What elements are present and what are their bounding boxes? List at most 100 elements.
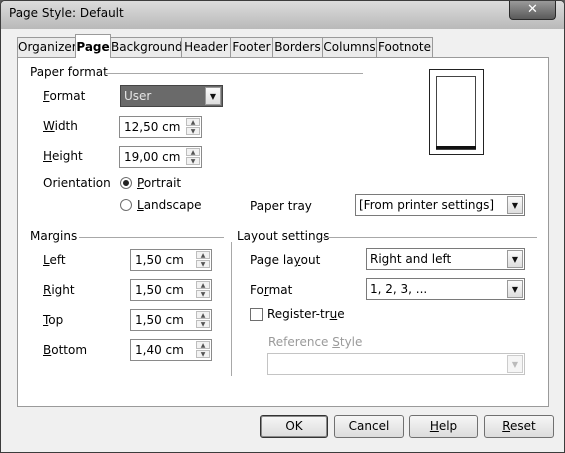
format-select[interactable]: User ▼ (120, 85, 223, 107)
margin-bottom-spinbox[interactable]: 1,40 cm ▲ ▼ (130, 339, 212, 361)
numbering-format-select[interactable]: 1, 2, 3, ... ▼ (366, 278, 525, 300)
format-value: User (124, 89, 152, 103)
tab-label: Columns (323, 40, 376, 54)
spin-arrows[interactable]: ▲ ▼ (196, 251, 210, 269)
tab-label: Organizer (18, 40, 77, 54)
margin-top-spinbox[interactable]: 1,50 cm ▲ ▼ (130, 309, 212, 331)
portrait-label[interactable]: Portrait (137, 176, 181, 190)
title-bar[interactable]: Page Style: Default ✕ (1, 1, 564, 29)
width-value: 12,50 cm (124, 120, 181, 134)
width-label: Width (43, 119, 78, 133)
landscape-label[interactable]: Landscape (137, 198, 201, 212)
paper-tray-label: Paper tray (250, 199, 312, 213)
spin-down-icon[interactable]: ▼ (196, 260, 210, 268)
tab-label: Borders (274, 40, 321, 54)
orientation-label: Orientation (43, 176, 111, 190)
spin-arrows[interactable]: ▲ ▼ (196, 281, 210, 299)
help-button[interactable]: Help (409, 415, 478, 438)
chevron-down-icon[interactable]: ▼ (507, 355, 523, 373)
margin-top-value: 1,50 cm (135, 313, 184, 327)
numbering-format-label: Format (250, 283, 293, 297)
help-button-label: Help (429, 419, 458, 433)
paper-format-divider (105, 73, 363, 74)
margin-left-value: 1,50 cm (135, 253, 184, 267)
margin-left-label: Left (43, 253, 66, 267)
tab-page[interactable]: Page (75, 34, 111, 58)
spin-down-icon[interactable]: ▼ (196, 320, 210, 328)
page-layout-label: Page layout (250, 253, 321, 267)
spin-up-icon[interactable]: ▲ (196, 311, 210, 319)
reset-button[interactable]: Reset (484, 415, 554, 438)
margin-left-spinbox[interactable]: 1,50 cm ▲ ▼ (130, 249, 212, 271)
margin-bottom-label: Bottom (43, 343, 88, 357)
margin-right-label: Right (43, 283, 75, 297)
dialog-title: Page Style: Default (9, 6, 124, 20)
tab-label: Header (184, 40, 228, 54)
spin-down-icon[interactable]: ▼ (186, 127, 200, 135)
close-icon: ✕ (527, 2, 538, 17)
page-preview-sheet (436, 76, 476, 150)
spin-up-icon[interactable]: ▲ (196, 341, 210, 349)
page-layout-value: Right and left (370, 252, 452, 266)
cancel-button-label: Cancel (348, 419, 390, 433)
tab-footer[interactable]: Footer (230, 37, 273, 57)
format-label: Format (43, 89, 86, 103)
spin-down-icon[interactable]: ▼ (196, 350, 210, 358)
page-style-dialog: Page Style: Default ✕ Organizer Page Bac… (0, 0, 565, 453)
margins-heading: Margins (30, 229, 78, 243)
tab-organizer[interactable]: Organizer (17, 37, 77, 57)
spin-arrows[interactable]: ▲ ▼ (196, 311, 210, 329)
numbering-format-value: 1, 2, 3, ... (370, 282, 428, 296)
chevron-down-icon[interactable]: ▼ (205, 87, 221, 105)
spin-up-icon[interactable]: ▲ (186, 148, 200, 156)
margins-divider (79, 237, 224, 238)
register-true-label[interactable]: Register-true (267, 307, 345, 321)
reset-button-label: Reset (502, 419, 536, 433)
height-label: Height (43, 149, 83, 163)
margin-right-spinbox[interactable]: 1,50 cm ▲ ▼ (130, 279, 212, 301)
chevron-down-icon[interactable]: ▼ (507, 280, 523, 298)
margin-bottom-value: 1,40 cm (135, 343, 184, 357)
portrait-radio[interactable] (120, 177, 132, 189)
layout-settings-heading: Layout settings (237, 229, 330, 243)
height-spinbox[interactable]: 19,00 cm ▲ ▼ (119, 146, 202, 168)
paper-tray-select[interactable]: [From printer settings] ▼ (355, 194, 525, 216)
page-preview-footer-line (436, 146, 476, 149)
paper-tray-value: [From printer settings] (359, 198, 495, 212)
page-preview (429, 69, 484, 155)
spin-arrows[interactable]: ▲ ▼ (186, 118, 200, 136)
spin-arrows[interactable]: ▲ ▼ (196, 341, 210, 359)
tab-footnote[interactable]: Footnote (376, 37, 433, 57)
register-true-checkbox[interactable] (250, 308, 263, 321)
tab-columns[interactable]: Columns (322, 37, 377, 57)
spin-up-icon[interactable]: ▲ (196, 281, 210, 289)
spin-down-icon[interactable]: ▼ (186, 157, 200, 165)
tab-label: Footer (232, 40, 271, 54)
tab-label: Background (111, 40, 183, 54)
chevron-down-icon[interactable]: ▼ (507, 250, 523, 268)
paper-format-heading: Paper format (30, 65, 108, 79)
section-separator (231, 242, 232, 376)
chevron-down-icon[interactable]: ▼ (507, 196, 523, 214)
width-spinbox[interactable]: 12,50 cm ▲ ▼ (119, 116, 202, 138)
spin-arrows[interactable]: ▲ ▼ (186, 148, 200, 166)
tab-header[interactable]: Header (181, 37, 231, 57)
tab-borders[interactable]: Borders (272, 37, 323, 57)
height-value: 19,00 cm (124, 150, 181, 164)
spin-up-icon[interactable]: ▲ (196, 251, 210, 259)
ok-button-label: OK (285, 419, 303, 433)
layout-settings-divider (323, 237, 537, 238)
spin-up-icon[interactable]: ▲ (186, 118, 200, 126)
tab-label: Footnote (378, 40, 431, 54)
cancel-button[interactable]: Cancel (334, 415, 404, 438)
tab-background[interactable]: Background (110, 37, 183, 57)
page-layout-select[interactable]: Right and left ▼ (366, 248, 525, 270)
margin-top-label: Top (43, 313, 64, 327)
ok-button[interactable]: OK (260, 415, 328, 438)
close-button[interactable]: ✕ (509, 1, 556, 20)
landscape-radio[interactable] (120, 199, 132, 211)
spin-down-icon[interactable]: ▼ (196, 290, 210, 298)
reference-style-label: Reference Style (268, 335, 363, 349)
reference-style-select[interactable]: ▼ (267, 353, 525, 375)
tab-label: Page (76, 40, 110, 54)
